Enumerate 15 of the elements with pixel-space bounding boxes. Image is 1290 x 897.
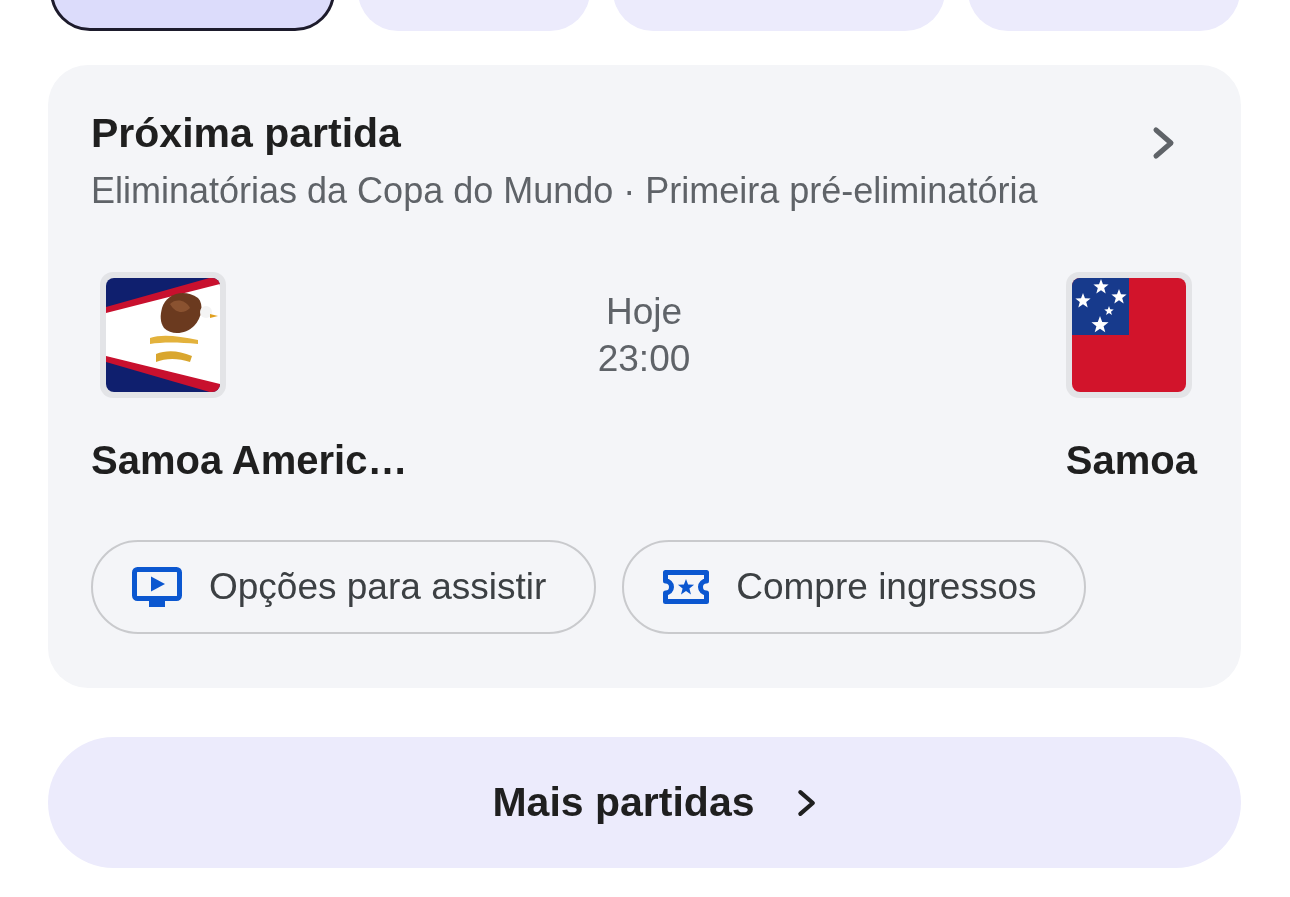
competition-subtitle: Eliminatórias da Copa do Mundo · Primeira pré-eliminatória	[91, 169, 1038, 213]
card-title: Próxima partida	[91, 109, 402, 157]
buy-tickets-button[interactable]: Compre ingressos	[622, 540, 1087, 634]
tv-play-icon	[132, 567, 182, 607]
team-name: Samoa Americ…	[91, 437, 408, 484]
ticket-star-icon	[663, 570, 710, 604]
chevron-right-icon	[796, 787, 817, 818]
match-time: 23:00	[597, 337, 691, 381]
match-day: Hoje	[605, 288, 683, 335]
chevron-right-icon[interactable]	[1152, 126, 1176, 160]
more-matches-button[interactable]: Mais partidas	[48, 737, 1241, 868]
flag-icon	[100, 272, 226, 398]
flag-icon	[1065, 272, 1192, 398]
team-name: Samoa	[1065, 437, 1197, 484]
watch-options-button[interactable]: Opções para assistir	[91, 540, 597, 634]
